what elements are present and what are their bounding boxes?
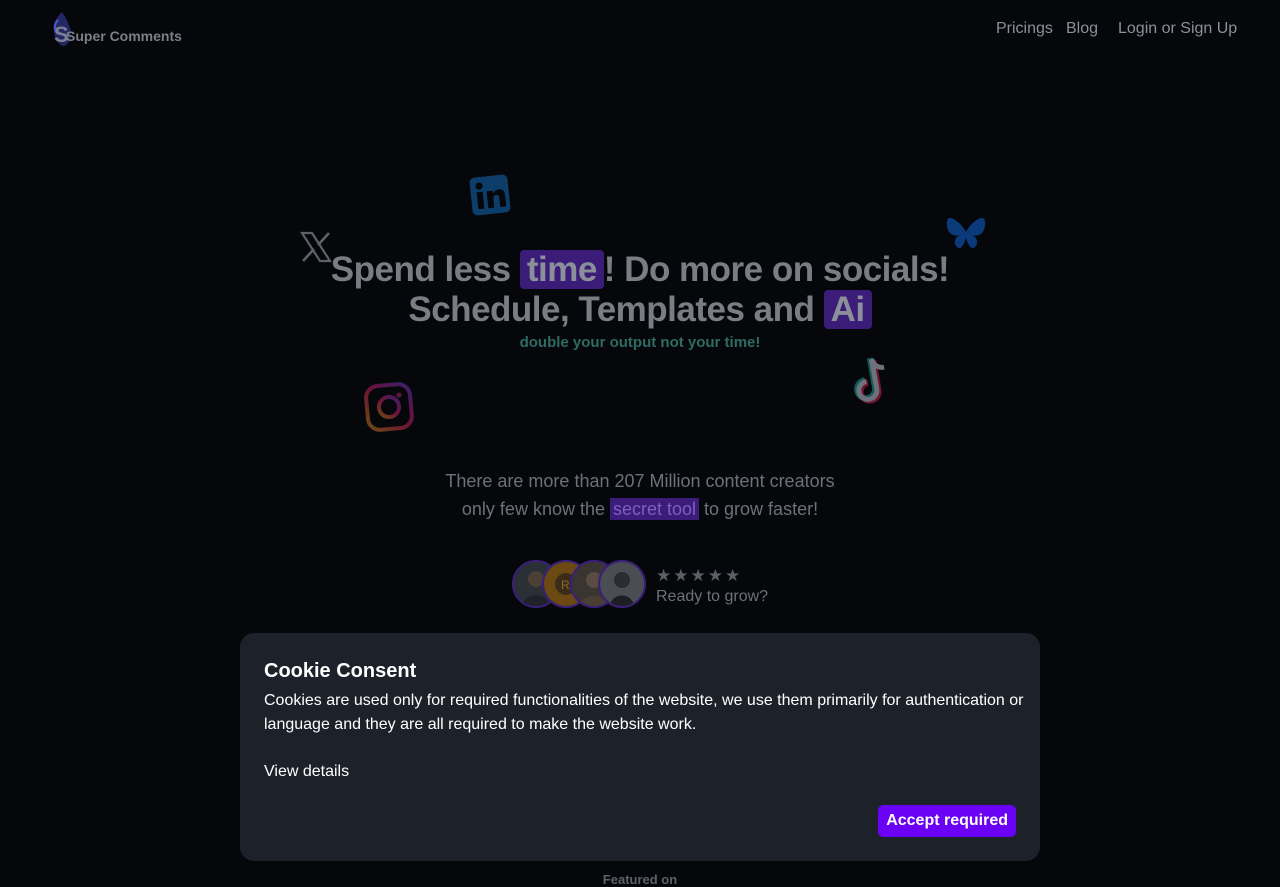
rating-stars: ★★★★★ [656, 566, 743, 585]
page: S Super Comments Pricings Blog Login or … [0, 0, 1280, 887]
accept-required-button[interactable]: Accept required [878, 805, 1016, 837]
subheadline-line2: only few know the secret tool to grow fa… [0, 498, 1280, 520]
subheadline-text: only few know the [461, 499, 610, 519]
hero-text: Schedule, Templates and [408, 290, 824, 329]
nav-blog-link[interactable]: Blog [1066, 20, 1098, 38]
nav-pricings-link[interactable]: Pricings [996, 20, 1053, 38]
avatar [598, 560, 646, 608]
brand-logo[interactable]: S Super Comments [46, 10, 196, 50]
cookie-description: Cookies are used only for required funct… [264, 692, 1024, 733]
tiktok-icon [854, 357, 885, 404]
hero-headline-line2: Schedule, Templates and Ai [0, 290, 1280, 330]
cookie-consent-dialog: Cookie Consent Cookies are used only for… [240, 633, 1040, 861]
nav-login-link[interactable]: Login or Sign Up [1118, 20, 1237, 38]
linkedin-icon [469, 174, 511, 216]
hero-text: Spend less [330, 250, 520, 289]
secret-tool-highlight: secret tool [609, 498, 700, 520]
hero-tagline: double your output not your time! [519, 334, 761, 351]
hero-highlight-ai: Ai [823, 290, 872, 329]
avatar-group: R [512, 560, 652, 608]
subheadline-line1: There are more than 207 Million content … [445, 471, 835, 491]
ready-to-grow-label: Ready to grow? [656, 588, 769, 605]
svg-text:R: R [561, 578, 570, 592]
hero-headline-line1: Spend less time! Do more on socials! [0, 250, 1280, 290]
hero-text: ! Do more on socials! [603, 250, 950, 289]
instagram-icon [364, 382, 414, 432]
hero-highlight-time: time [519, 250, 604, 289]
cookie-title: Cookie Consent [264, 660, 417, 682]
view-details-link[interactable]: View details [264, 763, 349, 781]
brand-name: Super Comments [66, 28, 182, 44]
subheadline-text: to grow faster! [699, 499, 819, 519]
